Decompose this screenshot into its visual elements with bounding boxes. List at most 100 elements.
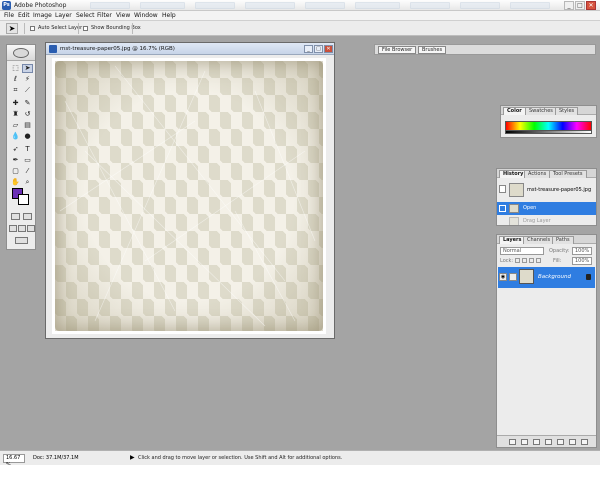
history-snapshot[interactable]: mst-treasure-paper05.jpg	[497, 180, 596, 200]
history-state[interactable]: Drag Layer	[497, 215, 596, 228]
hand-tool-icon[interactable]: ✋	[10, 178, 21, 187]
tab-swatches[interactable]: Swatches	[525, 107, 557, 115]
tab-channels[interactable]: Channels	[523, 236, 555, 244]
menu-image[interactable]: Image	[33, 12, 52, 19]
move-tool-icon[interactable]: ➤	[22, 64, 33, 73]
menu-filter[interactable]: Filter	[97, 12, 112, 19]
history-brush-tool-icon[interactable]: ↺	[22, 110, 33, 119]
maximize-button[interactable]: □	[575, 1, 585, 10]
blur-tool-icon[interactable]: 💧	[10, 132, 21, 141]
tab-file-browser[interactable]: File Browser	[378, 46, 417, 54]
fill-field[interactable]: 100%	[572, 257, 592, 265]
tab-styles[interactable]: Styles	[555, 107, 579, 115]
tab-paths[interactable]: Paths	[552, 236, 574, 244]
close-button[interactable]: ✕	[586, 1, 596, 10]
menu-view[interactable]: View	[116, 12, 130, 19]
tab-tool-presets[interactable]: Tool Presets	[549, 170, 587, 178]
shape-tool-icon[interactable]: ▭	[22, 156, 33, 165]
menu-select[interactable]: Select	[76, 12, 95, 19]
adjustment-layer-icon[interactable]	[557, 439, 564, 445]
dodge-tool-icon[interactable]: ●	[22, 132, 33, 141]
menu-window[interactable]: Window	[134, 12, 158, 19]
new-group-icon[interactable]	[545, 439, 552, 445]
lock-position-icon[interactable]	[529, 258, 534, 263]
lock-pixels-icon[interactable]	[522, 258, 527, 263]
lock-icon	[586, 274, 591, 280]
pen-tool-icon[interactable]: ✒	[10, 156, 21, 165]
opacity-field[interactable]: 100%	[572, 247, 592, 255]
quick-mask-mode-icon[interactable]	[23, 213, 32, 220]
eyedropper-tool-icon[interactable]: ⁄	[22, 167, 33, 176]
grayscale-ramp[interactable]	[505, 131, 592, 134]
history-state[interactable]: Open	[497, 202, 596, 215]
lock-transparency-icon[interactable]	[515, 258, 520, 263]
document-minimize-button[interactable]: _	[304, 45, 313, 53]
jump-to-imageready-icon[interactable]	[15, 237, 28, 244]
tab-layers[interactable]: Layers	[499, 236, 526, 244]
layer-thumbnail	[519, 269, 534, 284]
standard-mode-icon[interactable]	[11, 213, 20, 220]
slice-tool-icon[interactable]: ⟋	[22, 86, 33, 95]
clone-stamp-tool-icon[interactable]: ♜	[10, 110, 21, 119]
layer-row[interactable]: ◉ Background	[498, 267, 595, 288]
app-title-bar: Ps Adobe Photoshop _ □ ✕	[0, 0, 600, 11]
marquee-tool-icon[interactable]: ⬚	[10, 64, 21, 73]
photoshop-eye-icon[interactable]	[13, 48, 29, 58]
menu-file[interactable]: File	[4, 12, 14, 19]
type-tool-icon[interactable]: T	[22, 145, 33, 154]
healing-brush-tool-icon[interactable]: ✚	[10, 99, 21, 108]
full-screen-mode-icon[interactable]	[27, 225, 35, 232]
document-size[interactable]: Doc: 37.1M/37.1M	[33, 455, 79, 461]
image-canvas[interactable]	[52, 58, 326, 334]
background-taskbar-ghost	[305, 2, 345, 9]
tab-color[interactable]: Color	[503, 107, 526, 115]
toolbox-header	[7, 45, 35, 61]
layer-name[interactable]: Background	[538, 274, 571, 280]
show-bounding-box-checkbox[interactable]	[83, 26, 88, 31]
background-color-swatch[interactable]	[18, 194, 29, 205]
menu-edit[interactable]: Edit	[18, 12, 30, 19]
document-title-bar[interactable]: mst-treasure-paper05.jpg @ 16.7% (RGB) _…	[46, 43, 334, 55]
document-close-button[interactable]: ✕	[324, 45, 333, 53]
menu-help[interactable]: Help	[162, 12, 176, 19]
magic-wand-tool-icon[interactable]: ⚡	[22, 75, 33, 84]
crop-tool-icon[interactable]: ⌗	[10, 86, 21, 95]
zoom-level-field[interactable]: 16.67 %	[3, 454, 25, 468]
full-screen-menu-mode-icon[interactable]	[18, 225, 26, 232]
background-taskbar-ghost	[510, 2, 550, 9]
layer-mask-icon[interactable]	[533, 439, 540, 445]
background-taskbar-ghost	[195, 2, 235, 9]
history-brush-source-icon[interactable]	[499, 205, 506, 212]
layers-panel: Layers Channels Paths Normal Opacity: 10…	[496, 234, 597, 448]
background-taskbar-ghost	[90, 2, 130, 9]
menu-layer[interactable]: Layer	[55, 12, 72, 19]
lasso-tool-icon[interactable]: ℓ	[10, 75, 21, 84]
move-tool-icon[interactable]: ➤	[6, 23, 18, 34]
history-state-label: Drag Layer	[523, 218, 551, 224]
gradient-tool-icon[interactable]: ▤	[22, 121, 33, 130]
minimize-button[interactable]: _	[564, 1, 574, 10]
layer-style-icon[interactable]	[521, 439, 528, 445]
path-selection-tool-icon[interactable]: ➶	[10, 145, 21, 154]
zoom-tool-icon[interactable]: ⌕	[22, 178, 33, 187]
background-taskbar-ghost	[245, 2, 295, 9]
blend-mode-select[interactable]: Normal	[500, 247, 544, 255]
notes-tool-icon[interactable]: ▢	[10, 167, 21, 176]
new-layer-icon[interactable]	[569, 439, 576, 445]
tab-actions[interactable]: Actions	[524, 170, 551, 178]
eye-visibility-icon[interactable]: ◉	[499, 273, 507, 281]
trash-icon[interactable]	[581, 439, 588, 445]
tab-brushes[interactable]: Brushes	[418, 46, 447, 54]
document-maximize-button[interactable]: □	[314, 45, 323, 53]
eraser-tool-icon[interactable]: ▱	[10, 121, 21, 130]
auto-select-layer-checkbox[interactable]	[30, 26, 35, 31]
brush-link-icon[interactable]	[509, 273, 517, 281]
snapshot-name: mst-treasure-paper05.jpg	[527, 187, 592, 193]
lock-all-icon[interactable]	[536, 258, 541, 263]
link-layers-icon[interactable]	[509, 439, 516, 445]
color-panel: Color Swatches Styles	[500, 105, 597, 138]
color-spectrum-ramp[interactable]	[505, 121, 592, 131]
brush-tool-icon[interactable]: ✎	[22, 99, 33, 108]
status-menu-arrow-icon[interactable]: ▶	[130, 454, 135, 461]
standard-screen-mode-icon[interactable]	[9, 225, 17, 232]
